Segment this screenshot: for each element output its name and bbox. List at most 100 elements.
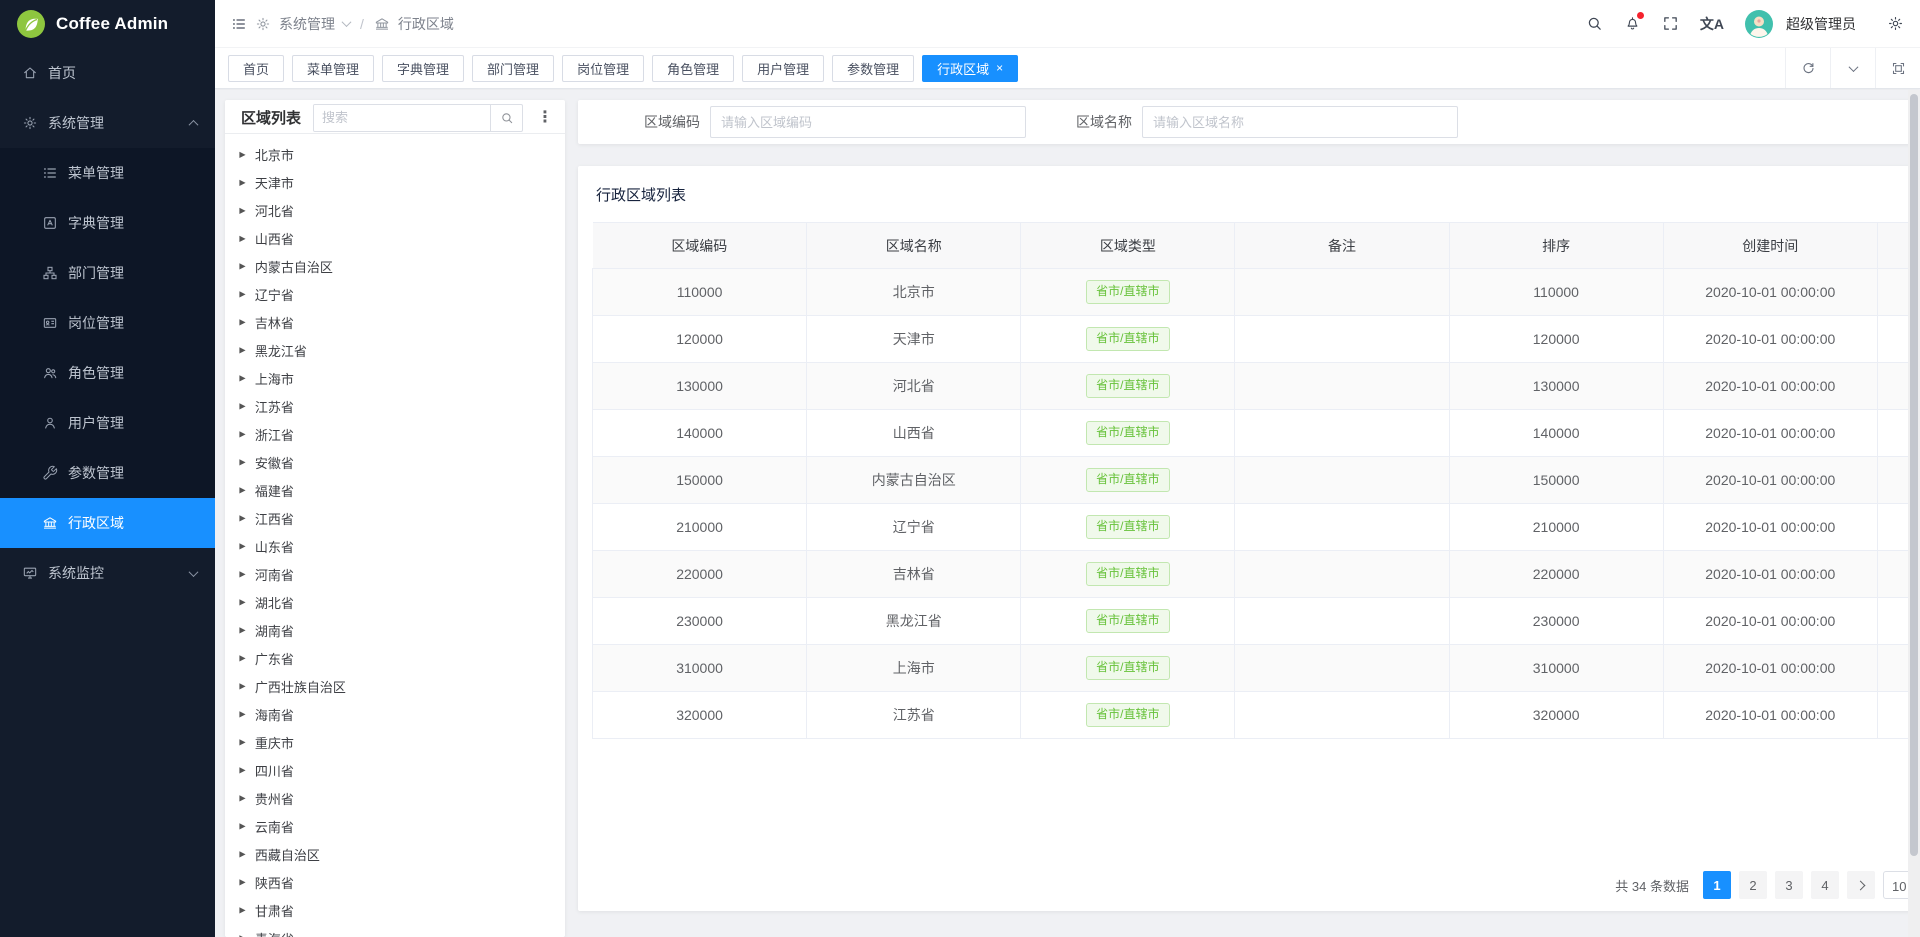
region-code-input[interactable] [710,106,1026,138]
caret-right-icon[interactable]: ▶ [239,289,245,299]
tree-item[interactable]: ▶ 湖北省 [239,588,565,616]
table-row[interactable]: 320000 江苏省 省市/直辖市 320000 2020-10-01 00:0… [593,692,1920,739]
sidebar-group-system[interactable]: 系统管理 [0,98,215,148]
tab[interactable]: 用户管理 × [742,55,824,82]
sidebar-item-region[interactable]: 行政区域 [0,498,215,548]
caret-right-icon[interactable]: ▶ [239,233,245,243]
tab-options-button[interactable] [1830,48,1875,88]
sidebar-item-home[interactable]: 首页 [0,48,215,98]
caret-right-icon[interactable]: ▶ [239,541,245,551]
translate-icon[interactable]: 文A [1700,14,1724,34]
tree-search-input[interactable] [314,105,490,131]
caret-right-icon[interactable]: ▶ [239,569,245,579]
vertical-scrollbar[interactable] [1908,90,1920,937]
tree-item[interactable]: ▶ 陕西省 [239,868,565,896]
tab[interactable]: 参数管理 × [832,55,914,82]
tree-item[interactable]: ▶ 重庆市 [239,728,565,756]
caret-right-icon[interactable]: ▶ [239,793,245,803]
tree-item[interactable]: ▶ 辽宁省 [239,280,565,308]
caret-right-icon[interactable]: ▶ [239,429,245,439]
tree-search-button[interactable] [490,105,522,131]
tree-item[interactable]: ▶ 上海市 [239,364,565,392]
tree-item[interactable]: ▶ 北京市 [239,140,565,168]
tree-item[interactable]: ▶ 西藏自治区 [239,840,565,868]
tree-item[interactable]: ▶ 海南省 [239,700,565,728]
scrollbar-thumb[interactable] [1910,94,1918,856]
tree-item[interactable]: ▶ 广西壮族自治区 [239,672,565,700]
tree-item[interactable]: ▶ 天津市 [239,168,565,196]
tree-item[interactable]: ▶ 青海省 [239,924,565,937]
tab[interactable]: 菜单管理 × [292,55,374,82]
tree-item[interactable]: ▶ 山东省 [239,532,565,560]
caret-right-icon[interactable]: ▶ [239,513,245,523]
close-icon[interactable]: × [996,62,1003,74]
fullscreen-icon[interactable] [1662,15,1679,32]
sidebar-item-role-mgmt[interactable]: 角色管理 [0,348,215,398]
tree-item[interactable]: ▶ 甘肃省 [239,896,565,924]
tree-item[interactable]: ▶ 河南省 [239,560,565,588]
menu-fold-icon[interactable] [231,16,247,32]
table-row[interactable]: 310000 上海市 省市/直辖市 310000 2020-10-01 00:0… [593,645,1920,692]
caret-right-icon[interactable]: ▶ [239,457,245,467]
table-row[interactable]: 130000 河北省 省市/直辖市 130000 2020-10-01 00:0… [593,363,1920,410]
page-button[interactable]: 2 [1739,871,1767,899]
avatar[interactable] [1745,10,1773,38]
next-page-button[interactable] [1847,871,1875,899]
caret-right-icon[interactable]: ▶ [239,709,245,719]
tree-item[interactable]: ▶ 浙江省 [239,420,565,448]
sidebar-item-menu-mgmt[interactable]: 菜单管理 [0,148,215,198]
notifications-button[interactable] [1624,15,1641,32]
caret-right-icon[interactable]: ▶ [239,149,245,159]
sidebar-item-post-mgmt[interactable]: 岗位管理 [0,298,215,348]
refresh-tab-button[interactable] [1785,48,1830,88]
tree-item[interactable]: ▶ 安徽省 [239,448,565,476]
page-button[interactable]: 4 [1811,871,1839,899]
tree-item[interactable]: ▶ 广东省 [239,644,565,672]
settings-gear-icon[interactable] [1887,15,1904,32]
tab[interactable]: 部门管理 × [472,55,554,82]
caret-right-icon[interactable]: ▶ [239,485,245,495]
caret-right-icon[interactable]: ▶ [239,345,245,355]
tree-item[interactable]: ▶ 湖南省 [239,616,565,644]
tree-item[interactable]: ▶ 江西省 [239,504,565,532]
app-logo[interactable]: Coffee Admin [0,0,215,48]
caret-right-icon[interactable]: ▶ [239,681,245,691]
table-row[interactable]: 120000 天津市 省市/直辖市 120000 2020-10-01 00:0… [593,316,1920,363]
caret-right-icon[interactable]: ▶ [239,261,245,271]
caret-right-icon[interactable]: ▶ [239,849,245,859]
table-row[interactable]: 220000 吉林省 省市/直辖市 220000 2020-10-01 00:0… [593,551,1920,598]
tree-item[interactable]: ▶ 云南省 [239,812,565,840]
caret-right-icon[interactable]: ▶ [239,765,245,775]
table-row[interactable]: 140000 山西省 省市/直辖市 140000 2020-10-01 00:0… [593,410,1920,457]
table-row[interactable]: 230000 黑龙江省 省市/直辖市 230000 2020-10-01 00:… [593,598,1920,645]
sidebar-item-param-mgmt[interactable]: 参数管理 [0,448,215,498]
caret-right-icon[interactable]: ▶ [239,401,245,411]
table-row[interactable]: 150000 内蒙古自治区 省市/直辖市 150000 2020-10-01 0… [593,457,1920,504]
username[interactable]: 超级管理员 [1786,14,1856,34]
tree-item[interactable]: ▶ 黑龙江省 [239,336,565,364]
tree-item[interactable]: ▶ 河北省 [239,196,565,224]
region-name-input[interactable] [1142,106,1458,138]
caret-right-icon[interactable]: ▶ [239,205,245,215]
tree-item[interactable]: ▶ 吉林省 [239,308,565,336]
tree-item[interactable]: ▶ 贵州省 [239,784,565,812]
table-row[interactable]: 110000 北京市 省市/直辖市 110000 2020-10-01 00:0… [593,269,1920,316]
caret-right-icon[interactable]: ▶ [239,177,245,187]
tab[interactable]: 岗位管理 × [562,55,644,82]
caret-right-icon[interactable]: ▶ [239,821,245,831]
tree-item[interactable]: ▶ 江苏省 [239,392,565,420]
sidebar-item-dept-mgmt[interactable]: 部门管理 [0,248,215,298]
tree-item[interactable]: ▶ 四川省 [239,756,565,784]
sidebar-item-dict-mgmt[interactable]: 字典管理 [0,198,215,248]
caret-right-icon[interactable]: ▶ [239,317,245,327]
caret-right-icon[interactable]: ▶ [239,373,245,383]
sidebar-item-user-mgmt[interactable]: 用户管理 [0,398,215,448]
tree-item[interactable]: ▶ 山西省 [239,224,565,252]
caret-right-icon[interactable]: ▶ [239,597,245,607]
sidebar-group-monitor[interactable]: 系统监控 [0,548,215,598]
tab[interactable]: 角色管理 × [652,55,734,82]
tab[interactable]: 首页 × [228,55,284,82]
tab[interactable]: 字典管理 × [382,55,464,82]
search-icon[interactable] [1586,15,1603,32]
caret-right-icon[interactable]: ▶ [239,625,245,635]
